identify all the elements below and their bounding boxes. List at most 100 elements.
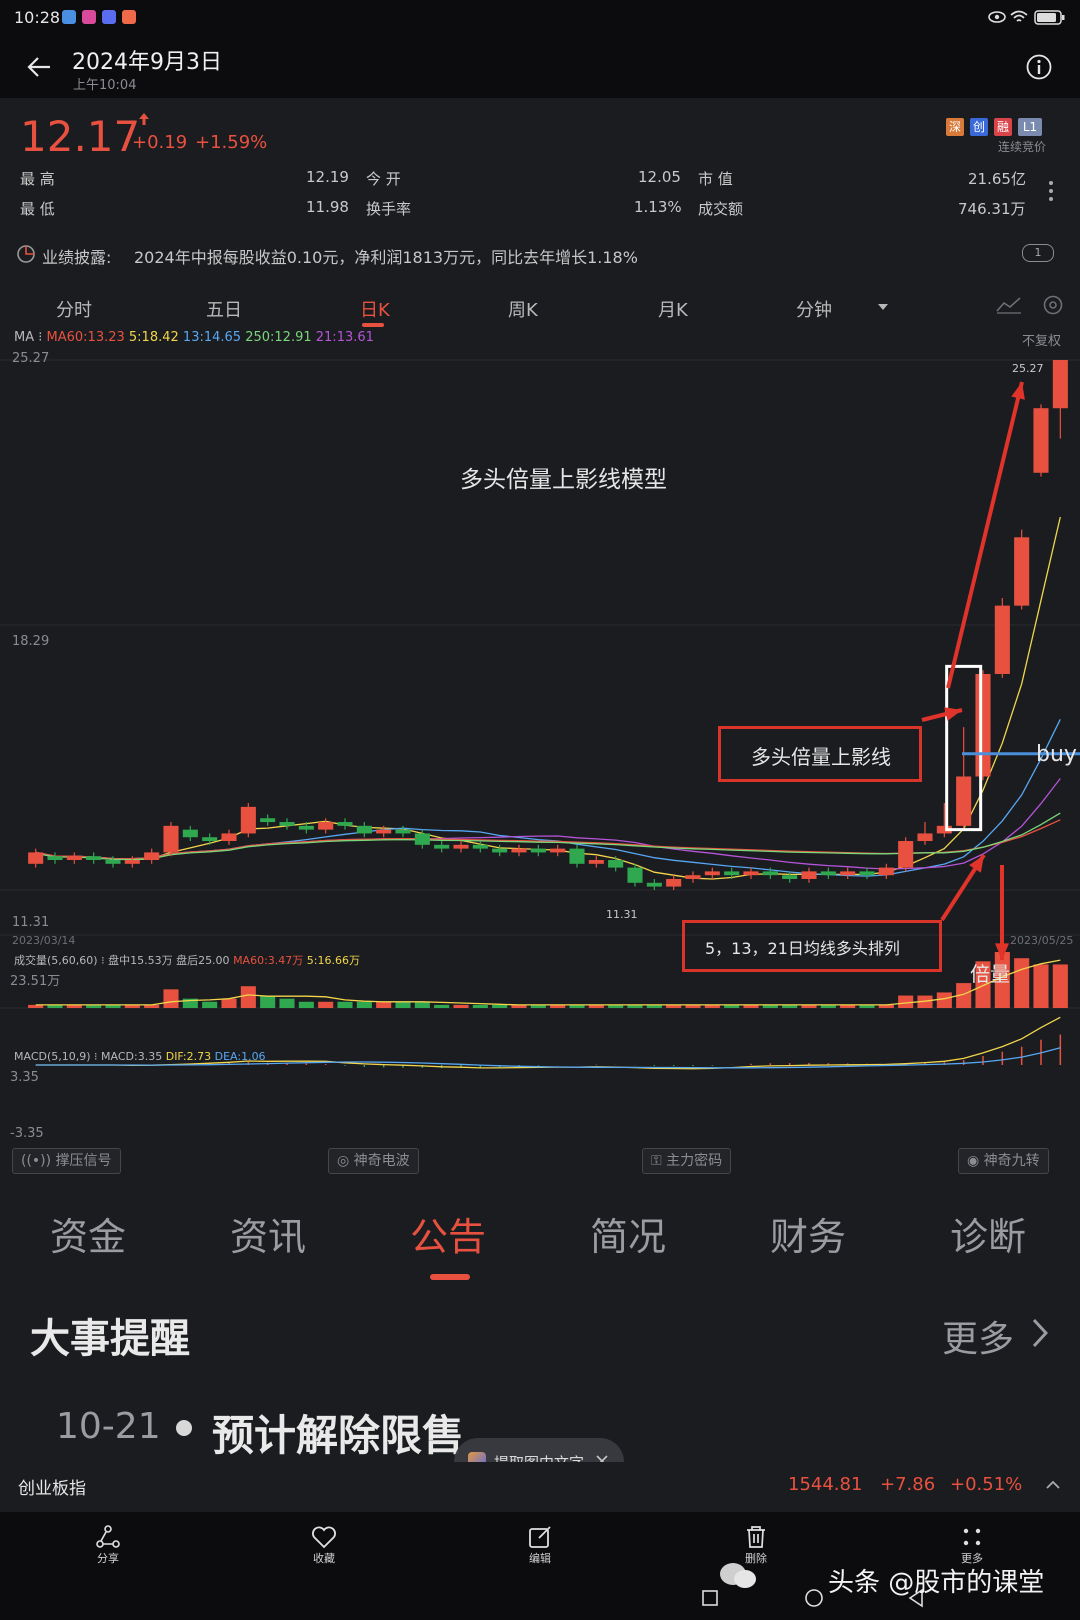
tab-monthly-k[interactable]: 月K [658,296,688,322]
candle-body [530,848,546,853]
volume-bar [936,992,952,1008]
candle-body [801,871,817,879]
tab-financials[interactable]: 财务 [770,1206,846,1261]
app-icon [102,10,116,24]
volume-bar [1052,964,1068,1008]
more-button[interactable]: 更多 [942,1524,1002,1566]
volume-bar [279,998,295,1008]
volume-bar [202,1001,218,1008]
volume-bar [163,989,179,1008]
tab-funds[interactable]: 资金 [50,1206,126,1261]
candle-body [221,833,237,842]
tab-news[interactable]: 资讯 [230,1206,306,1261]
tab-diagnosis[interactable]: 诊断 [950,1206,1026,1261]
event-title[interactable]: 预计解除限售 [212,1402,464,1463]
events-more-link[interactable]: 更多 [942,1310,1014,1362]
candle-body [66,856,82,861]
page-title: 2024年9月3日 [72,50,222,75]
candle-body [975,673,991,777]
edit-button[interactable]: 编辑 [510,1524,570,1566]
auction-status: 连续竞价 [998,140,1047,154]
tab-five-day[interactable]: 五日 [206,296,242,322]
signal-button[interactable]: ((•)) 撑压信号 [12,1148,121,1174]
volume-ma60: MA60:3.47万 [233,954,304,967]
candle-body [608,860,624,868]
rally-arrow [946,381,1024,689]
notice-text: 2024年中报每股收益0.10元，净利润1813万元，同比去年增长1.18% [134,248,638,267]
index-bar[interactable]: 创业板指 1544.81 +7.86 +0.51% [0,1462,1080,1510]
wifi-icon [1010,10,1028,22]
notice-count-badge: 1 [1022,244,1054,262]
volume-axis-max: 23.51万 [10,974,61,989]
amount-label: 成交额 [698,200,744,218]
candle-body [105,860,121,864]
line-chart-icon[interactable] [996,296,1022,314]
index-name: 创业板指 [18,1479,86,1499]
wechat-icon [720,1563,756,1588]
candle-body [1014,537,1030,606]
badge-level[interactable]: L1 [1018,118,1042,136]
high-marker-label: 25.27 [1012,362,1044,375]
chevron-up-icon[interactable] [1046,1480,1060,1489]
wave-label: 神奇电波 [353,1153,410,1169]
candle-body [395,829,411,834]
turnover-rate-label: 换手率 [366,200,412,218]
home-nav-icon[interactable] [804,1588,824,1608]
watermark-text: 头条 @股市的课堂 [828,1568,1045,1598]
volume-bar [1033,964,1049,1008]
candle-body [666,878,682,887]
tab-intraday[interactable]: 分时 [56,296,92,322]
index-change: +7.86 [880,1474,936,1495]
mkt-cap-value: 21.65亿 [968,170,1026,188]
candle-body [878,867,894,876]
candle-body [1052,360,1068,409]
candle-body [414,833,430,845]
price-change: +0.19 [132,132,188,153]
info-icon[interactable] [1026,54,1052,80]
password-button[interactable]: ⚿ 主力密码 [642,1148,732,1174]
heart-icon [312,1526,336,1549]
candle-body [260,818,276,823]
volume-bar [414,1001,430,1008]
chevron-down-icon[interactable] [878,304,888,310]
macd-legend: MACD(5,10,9) ⁝ MACD:3.35 DIF:2.73 DEA:1.… [14,1050,266,1063]
last-price: 12.17 [20,112,141,161]
candle-body [956,776,972,826]
share-button[interactable]: 分享 [78,1524,138,1566]
tab-announcements[interactable]: 公告 [410,1206,486,1261]
square-nav-icon[interactable] [700,1588,720,1608]
volume-bar [453,1004,469,1008]
kebab-icon[interactable] [1048,180,1054,202]
earnings-notice[interactable]: 业绩披露: 2024年中报每股收益0.10元，净利润1813万元，同比去年增长1… [14,238,1054,272]
axis-max-label: 25.27 [12,351,50,366]
settings-icon[interactable] [1042,294,1064,316]
tab-minute[interactable]: 分钟 [796,296,832,322]
volume-ma5: 5:16.66万 [306,954,360,967]
volume-bar [395,1001,411,1008]
volume-bar [298,1001,314,1008]
notice-label: 业绩披露: [42,248,112,267]
high-label: 最 高 [20,170,55,188]
macd-label: MACD(5,10,9) [14,1050,91,1063]
tab-daily-k[interactable]: 日K [360,296,390,322]
candle-body [124,860,140,864]
favorite-button[interactable]: 收藏 [294,1524,354,1566]
app-icon [122,10,136,24]
tab-weekly-k[interactable]: 周K [508,296,538,322]
wave-button[interactable]: ◎ 神奇电波 [328,1148,419,1174]
edit-label: 编辑 [529,1552,551,1565]
ma5-line [35,516,1061,880]
chevron-right-icon[interactable] [1032,1318,1048,1348]
buy-label: buy [1036,742,1077,767]
annotation-box: 多头倍量上影线 [718,726,922,782]
section-tab-indicator [430,1274,470,1280]
candle-body [569,848,585,864]
tab-overview[interactable]: 简况 [590,1206,666,1261]
arrow-left-icon[interactable] [26,56,52,78]
double-volume-label: 倍量 [970,962,1010,986]
candle-body [782,875,798,879]
macd-axis-min: -3.35 [10,1126,44,1141]
candle-body [434,844,450,849]
macd-axis-max: 3.35 [10,1070,39,1085]
nine-turn-button[interactable]: ◉ 神奇九转 [958,1148,1049,1174]
